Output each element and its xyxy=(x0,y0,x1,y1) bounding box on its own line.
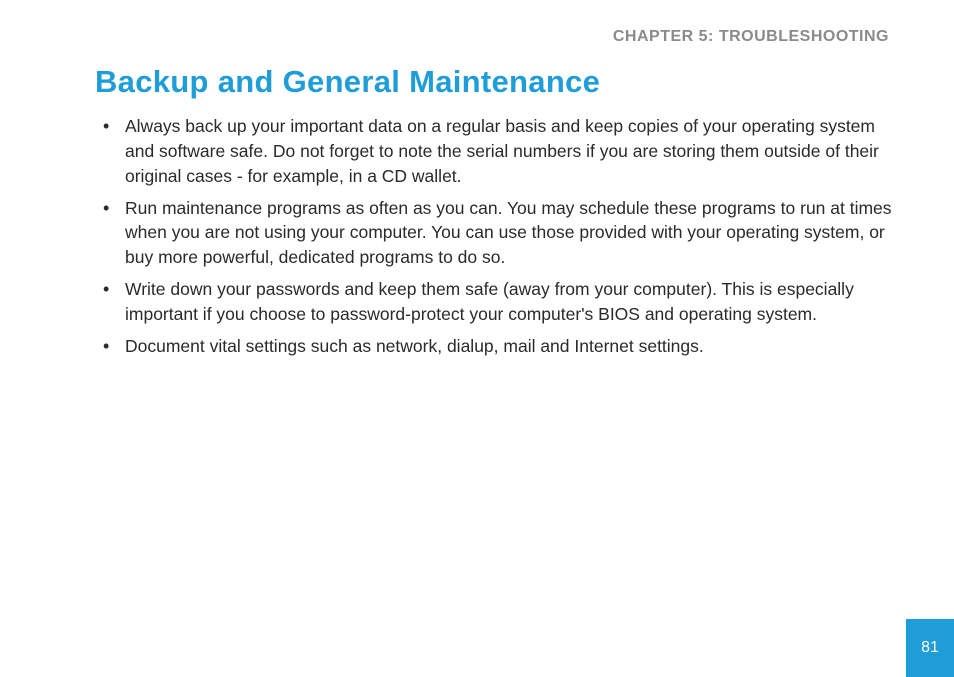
list-item: Document vital settings such as network,… xyxy=(97,334,894,359)
content-list: Always back up your important data on a … xyxy=(97,114,894,366)
list-item: Write down your passwords and keep them … xyxy=(97,277,894,327)
list-item: Run maintenance programs as often as you… xyxy=(97,196,894,271)
page-number-tab: 81 xyxy=(906,619,954,677)
page-number: 81 xyxy=(921,639,939,657)
page-title: Backup and General Maintenance xyxy=(95,64,600,100)
list-item: Always back up your important data on a … xyxy=(97,114,894,189)
chapter-header: CHAPTER 5: TROUBLESHOOTING xyxy=(613,28,889,46)
